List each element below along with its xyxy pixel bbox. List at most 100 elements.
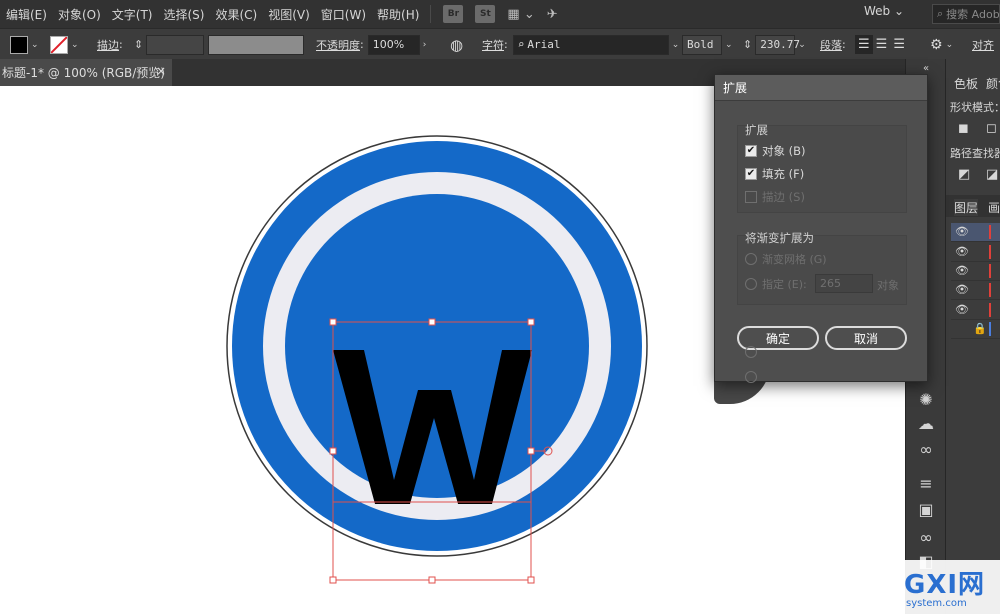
gradient-group-title: 将渐变扩展为 xyxy=(745,231,814,245)
color-tab[interactable]: 颜色 xyxy=(986,75,1000,92)
stroke-color-control[interactable]: ⌄ xyxy=(50,29,82,60)
swatches-tab[interactable]: 色板 xyxy=(954,75,978,92)
objects-suffix: 对象 xyxy=(877,279,899,292)
gpu-performance-icon[interactable]: ✈ xyxy=(547,7,558,22)
trim-icon[interactable]: ◪ xyxy=(986,167,998,182)
menu-object[interactable]: 对象(O) xyxy=(52,6,106,23)
chevron-down-icon[interactable]: ⌄ xyxy=(28,40,42,50)
arrange-documents-icon[interactable]: ▦ ⌄ xyxy=(507,7,534,22)
stroke-none-swatch[interactable] xyxy=(50,35,68,54)
checkmark-icon: ✔ xyxy=(745,168,757,180)
object-checkbox[interactable]: ✔ 对象 (B) xyxy=(745,143,806,159)
workspace-switcher[interactable]: Web ⌄ xyxy=(864,4,904,18)
layer-row[interactable]: 👁 xyxy=(951,281,1000,300)
layer-row[interactable]: 👁 xyxy=(951,301,1000,320)
site-watermark: GXI网 system.com xyxy=(898,560,1000,614)
fill-checkbox[interactable]: ✔ 填充 (F) xyxy=(745,166,804,182)
workspace-label: Web xyxy=(864,4,891,18)
dialog-title[interactable]: 扩展 xyxy=(715,75,927,101)
bridge-badge[interactable]: Br xyxy=(443,5,464,23)
eye-icon[interactable]: 👁 xyxy=(955,225,969,238)
minus-front-icon[interactable]: ◻ xyxy=(986,121,997,136)
menu-window[interactable]: 窗口(W) xyxy=(315,6,371,23)
opacity-field[interactable]: 100% xyxy=(367,34,420,55)
menu-edit[interactable]: 编辑(E) xyxy=(0,6,52,23)
fill-checkbox-label: 填充 (F) xyxy=(762,167,805,181)
specify-label: 指定 (E): xyxy=(762,278,807,291)
gradient-icon[interactable]: ▣ xyxy=(914,497,938,521)
stock-search-input[interactable]: ⌕ 搜索 Adobe Stock xyxy=(932,4,1000,24)
puppet-warp-icon[interactable]: ⚙ xyxy=(930,37,943,53)
chevron-down-icon[interactable]: ⌄ xyxy=(669,40,683,50)
document-tab[interactable]: 标题-1* @ 100% (RGB/预览) × xyxy=(0,59,172,86)
ghost-radio xyxy=(745,346,762,358)
align-panel-label[interactable]: 对齐 xyxy=(972,37,994,53)
menu-divider xyxy=(430,5,432,23)
specify-radio[interactable]: 指定 (E): xyxy=(745,276,807,292)
appearance-icon[interactable]: ✺ xyxy=(914,387,938,411)
stroke-label[interactable]: 描边 xyxy=(97,37,119,53)
menu-effect[interactable]: 效果(C) xyxy=(209,6,262,23)
variable-width-profile[interactable] xyxy=(208,34,304,55)
paragraph-label[interactable]: 段落 xyxy=(820,37,842,53)
eye-icon[interactable]: 👁 xyxy=(955,303,969,316)
chevron-down-icon[interactable]: ⌄ xyxy=(68,40,82,50)
cc-libraries-icon[interactable]: ☁ xyxy=(914,411,938,435)
chevron-right-icon[interactable]: › xyxy=(420,40,430,50)
menu-view[interactable]: 视图(V) xyxy=(262,6,315,23)
align-center-icon[interactable]: ☰ xyxy=(873,35,891,54)
recolor-artwork-icon[interactable]: ◍ xyxy=(450,36,463,54)
font-size-stepper[interactable]: ⇕ xyxy=(743,38,752,51)
search-icon: ⌕ xyxy=(517,38,525,51)
layer-row[interactable]: 👁 xyxy=(951,243,1000,262)
align-left-icon[interactable]: ☰ xyxy=(855,35,873,54)
watermark-url: system.com xyxy=(906,598,967,609)
cancel-button[interactable]: 取消 xyxy=(825,326,907,350)
fill-color-control[interactable]: ⌄ xyxy=(10,29,42,60)
links-icon[interactable]: ∞ xyxy=(914,437,938,461)
close-icon[interactable]: × xyxy=(156,64,166,78)
ghost-radio xyxy=(745,371,762,383)
layer-row[interactable]: 👁 xyxy=(951,223,1000,242)
none-slash-icon xyxy=(51,36,67,53)
stock-badge[interactable]: St xyxy=(475,5,496,23)
layer-row[interactable]: 👁 xyxy=(951,262,1000,281)
divide-icon[interactable]: ◩ xyxy=(958,167,970,182)
unite-icon[interactable]: ◼ xyxy=(958,121,969,136)
stroke-checkbox-label: 描边 (S) xyxy=(762,190,805,204)
chevron-down-icon[interactable]: ⌄ xyxy=(795,40,809,50)
eye-icon[interactable]: 👁 xyxy=(955,245,969,258)
eye-icon[interactable]: 👁 xyxy=(955,283,969,296)
stroke-checkbox[interactable]: 描边 (S) xyxy=(745,189,805,205)
artboards-tab[interactable]: 画板 xyxy=(988,199,1000,216)
font-family-field[interactable]: ⌕ Arial xyxy=(512,34,669,55)
menu-help[interactable]: 帮助(H) xyxy=(371,6,424,23)
opacity-label[interactable]: 不透明度 xyxy=(316,37,360,53)
object-checkbox-label: 对象 (B) xyxy=(762,144,806,158)
gradient-mesh-radio[interactable]: 渐变网格 (G) xyxy=(745,251,827,267)
layer-row[interactable]: 🔒 xyxy=(951,320,1000,339)
chevron-down-icon[interactable]: ⌄ xyxy=(722,40,736,50)
expand-dialog: 扩展 扩展 ✔ 对象 (B) ✔ 填充 (F) 描边 (S) 将渐变扩展为 渐变… xyxy=(714,74,928,383)
character-label[interactable]: 字符 xyxy=(482,37,504,53)
stroke-weight-stepper[interactable]: ⇕ xyxy=(134,38,143,51)
align-right-icon[interactable]: ☰ xyxy=(890,35,908,54)
chevron-down-icon[interactable]: ⌄ xyxy=(943,40,957,50)
specify-objects-field[interactable]: 265 xyxy=(815,274,873,293)
font-size-field[interactable]: 230.77 xyxy=(755,34,800,55)
shape-modes-label: 形状模式： xyxy=(950,101,1000,114)
stroke-weight-field[interactable] xyxy=(146,34,205,55)
font-style-field[interactable]: Bold xyxy=(682,34,722,55)
collapse-panels-icon[interactable]: « xyxy=(914,61,938,75)
document-tab-title: 标题-1* @ 100% (RGB/预览) xyxy=(2,66,165,80)
stroke-panel-icon[interactable]: ≡ xyxy=(914,471,938,495)
eye-icon[interactable]: 👁 xyxy=(955,264,969,277)
fill-swatch[interactable] xyxy=(10,35,28,54)
layers-tab[interactable]: 图层 xyxy=(954,199,979,216)
menu-type[interactable]: 文字(T) xyxy=(106,6,158,23)
font-family-value: Arial xyxy=(527,38,561,51)
lock-icon[interactable]: 🔒 xyxy=(973,322,987,335)
symbols-icon[interactable]: ∞ xyxy=(914,525,938,549)
menu-select[interactable]: 选择(S) xyxy=(157,6,209,23)
control-bar: ⌄ ⌄ 描边: ⇕ 不透明度: 100% › ◍ 字符: ⌕ Arial ⌄ B… xyxy=(0,28,1000,59)
